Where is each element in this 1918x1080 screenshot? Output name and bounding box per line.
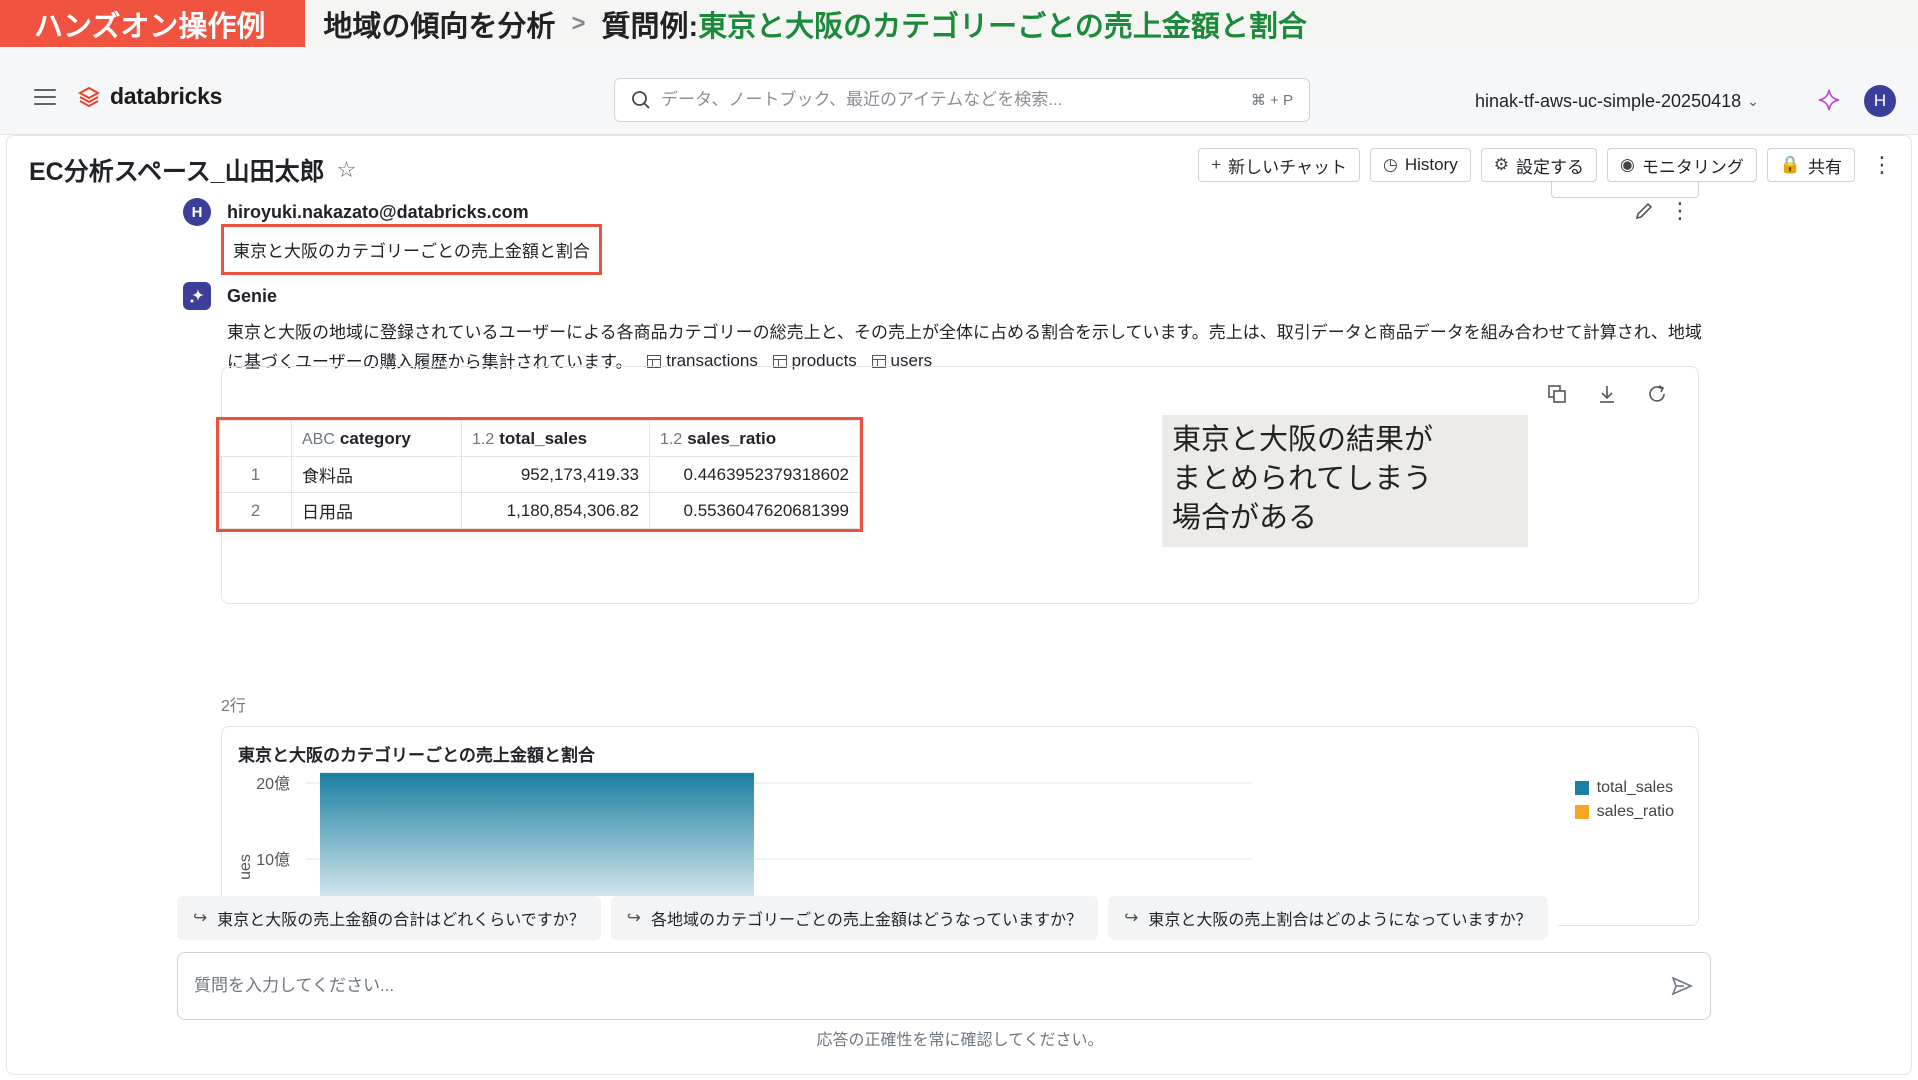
cell-total-sales: 1,180,854,306.82: [461, 492, 650, 529]
y-axis-label: ues: [237, 854, 254, 880]
cell-sales-ratio: 0.4463952379318602: [649, 456, 860, 493]
cell-sales-ratio: 0.5536047620681399: [649, 492, 860, 529]
result-actions: [1518, 383, 1668, 405]
chevron-down-icon: ⌄: [1747, 93, 1759, 109]
table-row: 2 日用品 1,180,854,306.82 0.553604762068139…: [219, 492, 860, 529]
space-title-row: EC分析スペース_山田太郎 ☆: [29, 152, 356, 188]
user-email: hiroyuki.nakazato@databricks.com: [227, 202, 529, 222]
app-header: databricks ⌘ + P hinak-tf-aws-uc-simple-…: [0, 47, 1918, 135]
history-icon: ◷: [1382, 155, 1398, 174]
download-icon[interactable]: [1596, 383, 1618, 405]
space-toolbar: + 新しいチャット ◷ History ⚙ 設定する ◉ モニタリング 🔒 共有 ⋮: [1188, 148, 1893, 182]
genie-message: Genie 東京と大阪の地域に登録されているユーザーによる各商品カテゴリーの総売…: [183, 282, 1702, 377]
settings-button[interactable]: ⚙ 設定する: [1480, 148, 1597, 182]
refresh-icon[interactable]: [1646, 383, 1668, 405]
send-icon[interactable]: [1670, 974, 1694, 998]
cell-category: 日用品: [291, 492, 462, 529]
genie-space-panel: EC分析スペース_山田太郎 ☆ + 新しいチャット ◷ History ⚙ 設定する …: [6, 135, 1912, 1075]
banner-question-prefix: 質問例:: [601, 10, 699, 43]
search-input[interactable]: [661, 90, 1251, 110]
suggestion-chip[interactable]: ↪ 東京と大阪の売上割合はどのようになっていますか？: [1108, 896, 1548, 940]
workspace-selector[interactable]: hinak-tf-aws-uc-simple-20250418 ⌄: [1475, 91, 1759, 112]
index-column-header: [219, 420, 292, 457]
monitoring-button[interactable]: ◉ モニタリング: [1606, 148, 1757, 182]
reply-arrow-icon: ↪: [626, 908, 642, 927]
banner-section: 地域の傾向を分析: [323, 10, 556, 43]
number-type-icon: 1.2: [472, 430, 495, 448]
search-icon: [632, 91, 650, 109]
gear-icon: ⚙: [1493, 155, 1509, 174]
banner-separator: >: [571, 9, 586, 37]
more-options-icon[interactable]: ⋮: [1871, 154, 1893, 176]
result-table-card: ABC category 1.2 total_sales 1.2 sales_rati…: [216, 366, 1699, 604]
history-button[interactable]: ◷ History: [1369, 148, 1471, 182]
column-header-total-sales[interactable]: 1.2 total_sales: [461, 420, 650, 457]
legend-item-sales-ratio[interactable]: sales_ratio: [1574, 803, 1674, 821]
logo-text: databricks: [110, 83, 223, 109]
accuracy-disclaimer: 応答の正確性を常に確認してください。: [816, 1032, 1104, 1049]
lock-icon: 🔒: [1779, 155, 1801, 174]
y-tick-label: 10億: [256, 851, 290, 869]
edit-pencil-icon[interactable]: [1633, 200, 1655, 222]
reply-arrow-icon: ↪: [193, 908, 208, 927]
suggestion-chip[interactable]: ↪ 各地域のカテゴリーごとの売上金額はどうなっていますか？: [610, 896, 1099, 940]
suggested-questions: ↪ 東京と大阪の売上金額の合計はどれくらいですか？ ↪ 各地域のカテゴリーごとの売上…: [177, 896, 1558, 940]
chat-composer[interactable]: [177, 952, 1711, 1020]
legend-swatch: [1574, 781, 1589, 795]
chart-title: 東京と大阪のカテゴリーごとの売上金額と割合: [238, 746, 595, 765]
genie-name: Genie: [227, 286, 278, 306]
copy-icon[interactable]: [1546, 383, 1568, 405]
user-avatar[interactable]: H: [1864, 85, 1896, 117]
banner-tag: ハンズオン操作例: [0, 0, 306, 47]
table-header-row: ABC category 1.2 total_sales 1.2 sales_rati…: [219, 420, 860, 457]
chart-legend: total_sales sales_ratio: [1574, 779, 1674, 827]
banner-question-text: 東京と大阪のカテゴリーごとの売上金額と割合: [698, 10, 1307, 43]
space-title: EC分析スペース_山田太郎: [29, 158, 325, 186]
star-icon[interactable]: ☆: [337, 157, 357, 183]
databricks-logo[interactable]: databricks: [78, 83, 222, 110]
user-question: 東京と大阪のカテゴリーごとの売上金額と割合: [221, 224, 602, 275]
user-message-avatar: H: [183, 198, 211, 226]
annotation-note: 東京と大阪の結果が まとめられてしまう 場合がある: [1162, 415, 1528, 547]
menu-icon[interactable]: [34, 89, 56, 105]
table-row: 1 食料品 952,173,419.33 0.4463952379318602: [219, 456, 860, 493]
row-index: 2: [219, 492, 292, 529]
question-input[interactable]: [194, 976, 1670, 996]
column-header-sales-ratio[interactable]: 1.2 sales_ratio: [649, 420, 860, 457]
result-data-table: ABC category 1.2 total_sales 1.2 sales_rati…: [216, 417, 863, 532]
share-button[interactable]: 🔒 共有: [1766, 148, 1855, 182]
string-type-icon: ABC: [302, 430, 335, 448]
assistant-sparkle-icon[interactable]: [1817, 88, 1841, 112]
plus-icon: +: [1211, 155, 1222, 174]
column-header-category[interactable]: ABC category: [291, 420, 462, 457]
suggestion-chip[interactable]: ↪ 東京と大阪の売上金額の合計はどれくらいですか？: [177, 896, 601, 940]
y-tick-label: 20億: [256, 775, 290, 793]
cell-total-sales: 952,173,419.33: [461, 456, 650, 493]
user-message: H hiroyuki.nakazato@databricks.com 東京と大阪…: [183, 198, 1697, 275]
number-type-icon: 1.2: [660, 430, 683, 448]
row-count: 2行: [221, 698, 246, 715]
row-index: 1: [219, 456, 292, 493]
databricks-logo-icon: [78, 86, 100, 107]
reply-arrow-icon: ↪: [1124, 908, 1139, 927]
banner-breadcrumb: 地域の傾向を分析 > 質問例: 東京と大阪のカテゴリーごとの売上金額と割合: [323, 3, 1306, 45]
legend-swatch: [1574, 805, 1589, 819]
cell-category: 食料品: [291, 456, 462, 493]
eye-icon: ◉: [1619, 155, 1635, 174]
search-shortcut: ⌘ + P: [1250, 92, 1293, 109]
tutorial-banner: ハンズオン操作例 地域の傾向を分析 > 質問例: 東京と大阪のカテゴリーごとの売…: [0, 0, 1918, 47]
workspace-name: hinak-tf-aws-uc-simple-20250418: [1475, 91, 1742, 111]
legend-item-total-sales[interactable]: total_sales: [1574, 779, 1674, 797]
new-chat-button[interactable]: + 新しいチャット: [1198, 148, 1360, 182]
genie-sparkle-icon: [183, 282, 211, 310]
global-search[interactable]: ⌘ + P: [614, 78, 1310, 122]
message-more-icon[interactable]: ⋮: [1669, 198, 1691, 224]
